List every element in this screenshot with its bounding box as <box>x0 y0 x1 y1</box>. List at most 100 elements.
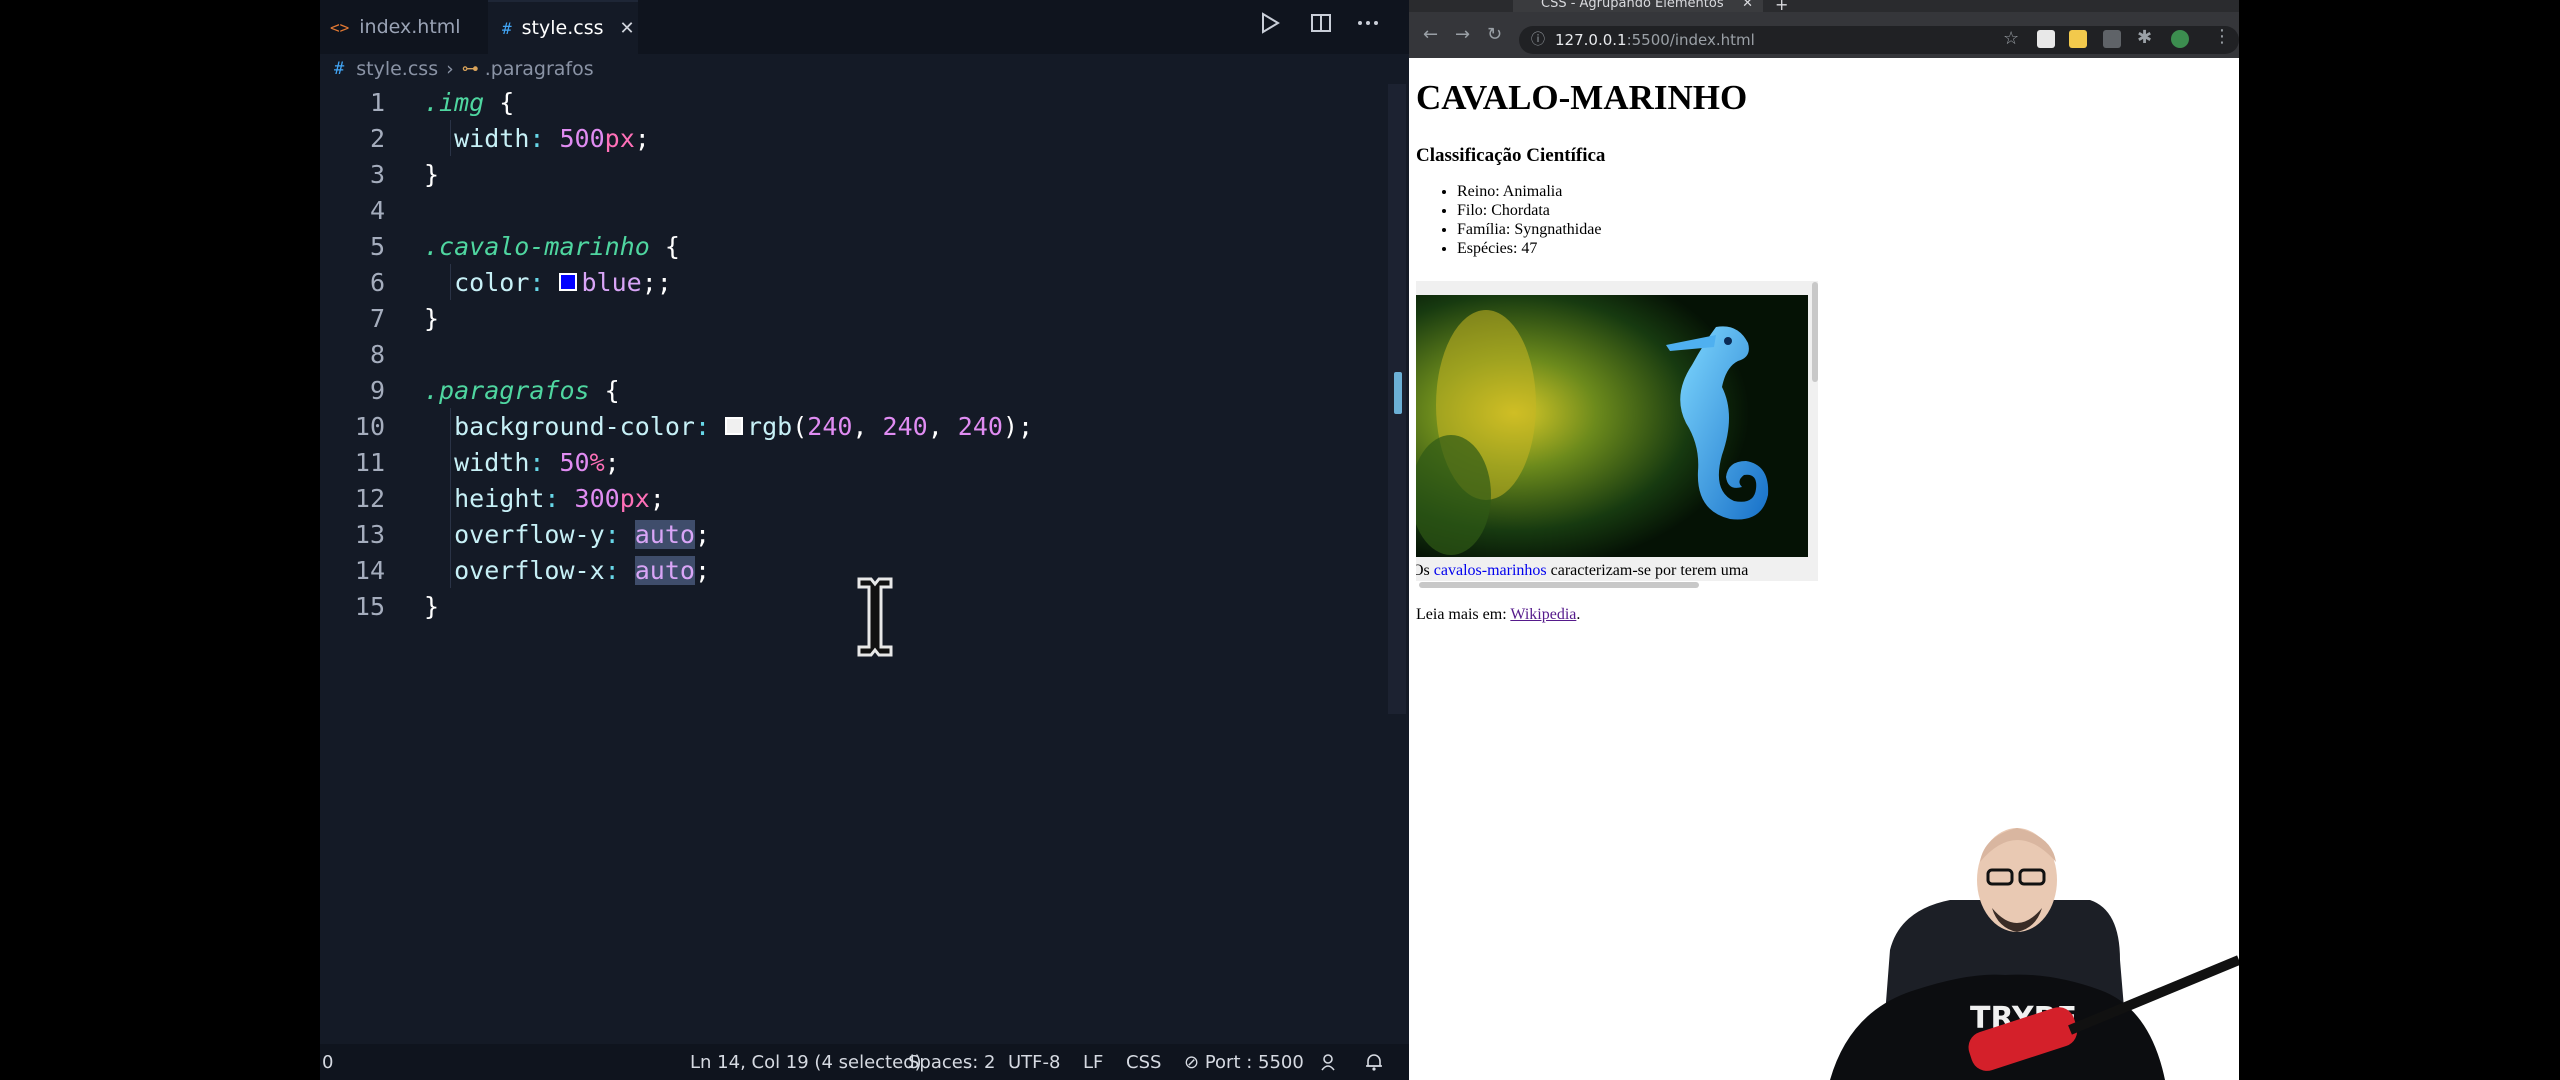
cursor-position[interactable]: Ln 14, Col 19 (4 selected) <box>690 1052 922 1073</box>
more-actions-icon[interactable] <box>1356 12 1380 40</box>
problems-count[interactable]: 0 <box>322 1052 333 1073</box>
css-property: background-color <box>454 412 695 441</box>
code-line: 1 .img { <box>320 84 1360 120</box>
line-number: 2 <box>320 124 385 153</box>
code-area[interactable]: 1 .img { 2 width: 500px; 3 } 4 5 .cavalo… <box>320 84 1388 1044</box>
reload-icon[interactable]: ↻ <box>1487 24 1502 45</box>
code-line: 3 } <box>320 156 1360 192</box>
line-number: 6 <box>320 268 385 297</box>
line-number: 11 <box>320 448 385 477</box>
chevron-right-icon: › <box>446 58 454 80</box>
html-file-icon: <> <box>330 18 349 37</box>
line-number: 10 <box>320 412 385 441</box>
brace: } <box>424 304 439 333</box>
encoding[interactable]: UTF-8 <box>1008 1052 1060 1073</box>
css-file-icon: # <box>334 59 344 79</box>
css-value-highlighted: auto <box>635 520 695 549</box>
container-horizontal-scrollbar[interactable] <box>1419 582 1699 588</box>
list-item: Espécies: 47 <box>1457 239 1601 258</box>
css-property: height <box>454 484 544 513</box>
no-broadcast-icon: ⊘ <box>1184 1052 1199 1073</box>
css-selector: .cavalo-marinho <box>424 232 650 261</box>
back-arrow-icon[interactable]: ← <box>1423 24 1438 45</box>
color-swatch[interactable] <box>725 417 743 435</box>
code-line: 7 } <box>320 300 1360 336</box>
page-subtitle: Classificação Científica <box>1416 145 1605 167</box>
line-number: 8 <box>320 340 385 369</box>
cavalos-marinhos-link[interactable]: cavalos-marinhos <box>1434 562 1547 579</box>
code-line: 10 background-color: rgb(240, 240, 240); <box>320 408 1360 444</box>
breadcrumb: # style.css › ⊶ .paragrafos <box>334 54 594 84</box>
classification-list: Reino: Animalia Filo: Chordata Família: … <box>1457 182 1601 258</box>
new-tab-icon[interactable]: + <box>1775 0 1788 10</box>
list-item: Reino: Animalia <box>1457 182 1601 201</box>
bookmark-star-icon[interactable]: ☆ <box>2003 28 2019 49</box>
webcam-presenter-overlay: TRYBE <box>1820 800 2239 1080</box>
list-item: Família: Syngnathidae <box>1457 220 1601 239</box>
code-editor-window: <> index.html # style.css ✕ # style.css … <box>320 0 1409 1080</box>
line-number: 5 <box>320 232 385 261</box>
indentation-setting[interactable]: Spaces: 2 <box>908 1052 995 1073</box>
code-line: 9 .paragrafos { <box>320 372 1360 408</box>
container-vertical-scrollbar[interactable] <box>1812 282 1818 382</box>
list-item: Filo: Chordata <box>1457 201 1601 220</box>
site-info-icon[interactable]: ⓘ <box>1531 29 1545 49</box>
css-property: color <box>454 268 529 297</box>
status-bar: 0 Ln 14, Col 19 (4 selected) Spaces: 2 U… <box>320 1044 1409 1080</box>
line-number: 13 <box>320 520 385 549</box>
css-selector: .img <box>424 88 484 117</box>
code-line: 14 overflow-x: auto; <box>320 552 1360 588</box>
tab-style-css[interactable]: # style.css ✕ <box>488 0 638 54</box>
wikipedia-link[interactable]: Wikipedia <box>1510 606 1576 623</box>
css-value: blue <box>581 268 641 297</box>
profile-avatar[interactable] <box>2171 30 2189 48</box>
browser-window: CSS - Agrupando Elementos ✕ + ← → ↻ ⓘ 12… <box>1409 0 2239 1080</box>
notifications-bell-icon[interactable] <box>1364 1052 1384 1077</box>
code-line: 4 <box>320 192 1360 228</box>
line-number: 4 <box>320 196 385 225</box>
extension-icon[interactable] <box>2103 30 2121 48</box>
breadcrumb-file[interactable]: style.css <box>356 58 438 80</box>
close-tab-icon[interactable]: ✕ <box>620 18 635 39</box>
tab-label: index.html <box>359 16 460 38</box>
address-url[interactable]: 127.0.0.1:5500/index.html <box>1555 31 1755 49</box>
line-number: 15 <box>320 592 385 621</box>
brace: { <box>605 376 620 405</box>
url-path: :5500/index.html <box>1627 31 1755 49</box>
editor-tab-bar: <> index.html # style.css ✕ <box>320 0 1409 54</box>
language-mode[interactable]: CSS <box>1126 1052 1161 1073</box>
run-icon[interactable] <box>1260 12 1280 40</box>
code-line: 5 .cavalo-marinho { <box>320 228 1360 264</box>
close-tab-icon[interactable]: ✕ <box>1742 0 1753 8</box>
extensions-puzzle-icon[interactable]: ✱ <box>2137 27 2152 48</box>
css-property: width <box>454 124 529 153</box>
url-host: 127.0.0.1 <box>1555 31 1627 49</box>
extension-icon[interactable] <box>2037 30 2055 48</box>
split-editor-icon[interactable] <box>1310 12 1332 40</box>
browser-menu-icon[interactable]: ⋮ <box>2213 26 2231 47</box>
line-number: 7 <box>320 304 385 333</box>
paragraph-text: Os cavalos-marinhos caracterizam-se por … <box>1416 562 1748 580</box>
live-server-port[interactable]: ⊘ Port : 5500 <box>1184 1052 1304 1073</box>
extension-icon[interactable] <box>2069 30 2087 48</box>
forward-arrow-icon[interactable]: → <box>1455 24 1470 45</box>
split-sash-handle[interactable] <box>1394 372 1402 414</box>
brace: { <box>665 232 680 261</box>
breadcrumb-symbol[interactable]: .paragrafos <box>485 58 594 80</box>
line-ending[interactable]: LF <box>1083 1052 1103 1073</box>
selector-symbol-icon: ⊶ <box>462 59 479 79</box>
css-function: rgb <box>747 412 792 441</box>
feedback-icon[interactable] <box>1320 1052 1340 1077</box>
code-line: 13 overflow-y: auto; <box>320 516 1360 552</box>
code-line: 12 height: 300px; <box>320 480 1360 516</box>
code-line: 6 color: blue;; <box>320 264 1360 300</box>
brace: } <box>424 160 439 189</box>
code-line: 8 <box>320 336 1360 372</box>
line-number: 14 <box>320 556 385 585</box>
paragrafos-scroll-container[interactable]: Os cavalos-marinhos caracterizam-se por … <box>1416 281 1818 581</box>
tab-index-html[interactable]: <> index.html <box>320 0 484 54</box>
color-swatch[interactable] <box>559 273 577 291</box>
browser-tab[interactable]: CSS - Agrupando Elementos ✕ <box>1513 0 1763 12</box>
css-selector: .paragrafos <box>424 376 590 405</box>
port-label: Port : 5500 <box>1205 1052 1304 1073</box>
